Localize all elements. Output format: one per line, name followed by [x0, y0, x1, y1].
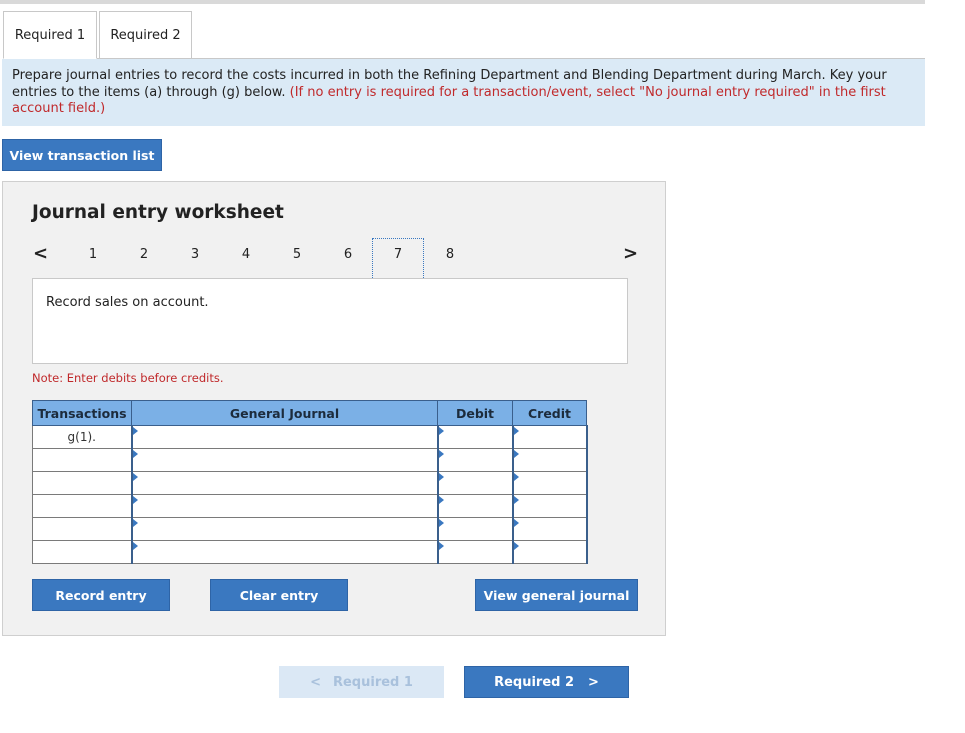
page-5[interactable]: 5 — [286, 247, 308, 262]
input-marker-icon — [513, 427, 519, 435]
worksheet-title: Journal entry worksheet — [32, 202, 284, 223]
account-field[interactable] — [130, 471, 439, 495]
input-marker-icon — [513, 519, 519, 527]
worksheet-pager: < 1 2 3 4 5 6 7 8 > — [3, 238, 667, 280]
account-field[interactable] — [130, 448, 439, 472]
header-credit: Credit — [512, 400, 587, 426]
journal-entry-worksheet: Journal entry worksheet < 1 2 3 4 5 6 7 … — [2, 181, 666, 636]
debit-field[interactable] — [437, 471, 514, 495]
account-field[interactable] — [130, 425, 439, 449]
input-marker-icon — [438, 496, 444, 504]
input-marker-icon — [438, 519, 444, 527]
view-general-journal-button[interactable]: View general journal — [475, 579, 638, 611]
input-marker-icon — [438, 542, 444, 550]
input-marker-icon — [513, 473, 519, 481]
dropdown-marker-icon — [132, 450, 138, 458]
dropdown-marker-icon — [132, 542, 138, 550]
page-7[interactable]: 7 — [372, 238, 424, 280]
table-row — [32, 540, 588, 564]
input-marker-icon — [513, 542, 519, 550]
prev-page-icon[interactable]: < — [33, 243, 48, 264]
prev-required-button: < Required 1 — [279, 666, 444, 698]
general-journal-table: Transactions General Journal Debit Credi… — [32, 400, 588, 564]
credit-field[interactable] — [512, 517, 588, 541]
transaction-cell — [32, 494, 132, 518]
account-field[interactable] — [130, 517, 439, 541]
next-required-button[interactable]: Required 2 > — [464, 666, 629, 698]
table-row — [32, 448, 588, 472]
top-border — [0, 0, 925, 4]
transaction-cell — [32, 448, 132, 472]
page-4[interactable]: 4 — [235, 247, 257, 262]
dropdown-marker-icon — [132, 519, 138, 527]
page-6[interactable]: 6 — [337, 247, 359, 262]
view-transaction-list-button[interactable]: View transaction list — [2, 139, 162, 171]
credit-field[interactable] — [512, 540, 588, 564]
debit-field[interactable] — [437, 540, 514, 564]
table-row — [32, 494, 588, 518]
dropdown-marker-icon — [132, 496, 138, 504]
next-page-icon[interactable]: > — [623, 243, 638, 264]
table-row — [32, 471, 588, 495]
credit-field[interactable] — [512, 494, 588, 518]
account-field[interactable] — [130, 540, 439, 564]
input-marker-icon — [438, 450, 444, 458]
record-entry-button[interactable]: Record entry — [32, 579, 170, 611]
credit-field[interactable] — [512, 448, 588, 472]
header-transactions: Transactions — [32, 400, 132, 426]
clear-entry-button[interactable]: Clear entry — [210, 579, 348, 611]
input-marker-icon — [438, 427, 444, 435]
debit-credit-note: Note: Enter debits before credits. — [32, 371, 224, 385]
table-row — [32, 517, 588, 541]
instructions-panel: Prepare journal entries to record the co… — [2, 59, 925, 126]
input-marker-icon — [438, 473, 444, 481]
next-required-label: Required 2 — [494, 674, 575, 690]
description-text: Record sales on account. — [46, 295, 209, 310]
debit-field[interactable] — [437, 425, 514, 449]
transaction-cell — [32, 540, 132, 564]
account-field[interactable] — [130, 494, 439, 518]
transaction-cell — [32, 471, 132, 495]
chevron-left-icon: < — [310, 674, 321, 690]
dropdown-marker-icon — [132, 427, 138, 435]
header-debit: Debit — [437, 400, 513, 426]
transaction-cell: g(1). — [32, 425, 132, 449]
page-8[interactable]: 8 — [439, 247, 461, 262]
tab-required-2[interactable]: Required 2 — [99, 11, 192, 59]
page-3[interactable]: 3 — [184, 247, 206, 262]
dropdown-marker-icon — [132, 473, 138, 481]
transaction-cell — [32, 517, 132, 541]
input-marker-icon — [513, 450, 519, 458]
debit-field[interactable] — [437, 517, 514, 541]
credit-field[interactable] — [512, 471, 588, 495]
table-row: g(1). — [32, 425, 588, 449]
page-1[interactable]: 1 — [82, 247, 104, 262]
transaction-description: Record sales on account. — [32, 278, 628, 364]
credit-field[interactable] — [512, 425, 588, 449]
debit-field[interactable] — [437, 494, 514, 518]
header-general-journal: General Journal — [131, 400, 438, 426]
prev-required-label: Required 1 — [332, 674, 413, 690]
input-marker-icon — [513, 496, 519, 504]
chevron-right-icon: > — [588, 674, 599, 690]
tab-required-1[interactable]: Required 1 — [3, 11, 97, 59]
page-2[interactable]: 2 — [133, 247, 155, 262]
debit-field[interactable] — [437, 448, 514, 472]
